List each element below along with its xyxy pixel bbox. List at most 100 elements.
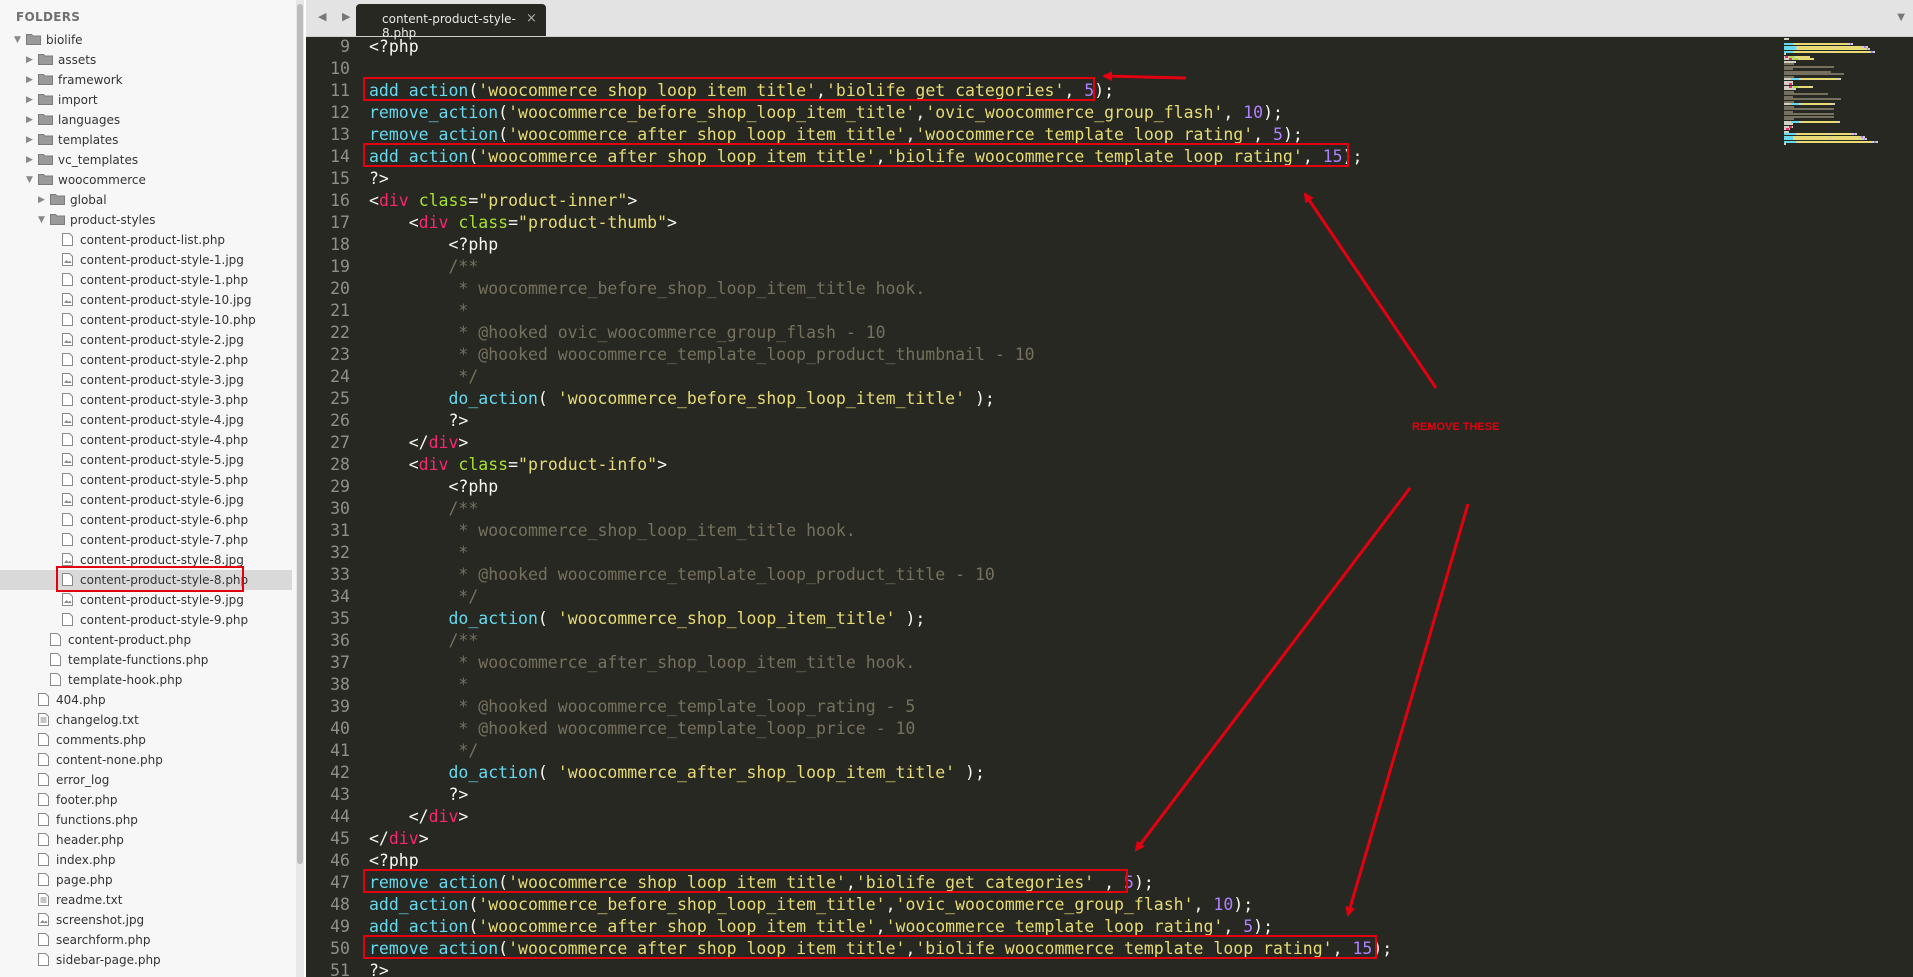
tree-item-label: content-product-style-6.jpg: [80, 493, 244, 507]
chevron-right-icon[interactable]: ▶: [26, 50, 36, 70]
file-item[interactable]: index.php: [0, 850, 292, 870]
code-text: </div>: [369, 806, 469, 828]
file-icon: [38, 933, 49, 946]
code-token: "product-thumb": [518, 213, 668, 232]
code-area[interactable]: 9 <?php 10 11 add_action('woocommerce_shop_l…: [306, 36, 1776, 977]
file-item[interactable]: content-product-style-2.php: [0, 350, 292, 370]
file-item[interactable]: content-product-style-9.jpg: [0, 590, 292, 610]
code-token: * woocommerce_after_shop_loop_item_title…: [369, 653, 916, 672]
file-item[interactable]: sidebar-page.php: [0, 950, 292, 970]
file-item[interactable]: template-hook.php: [0, 670, 292, 690]
code-text: *: [369, 300, 468, 322]
line-number: 42: [330, 763, 350, 782]
file-item[interactable]: content-product-style-6.php: [0, 510, 292, 530]
folder-item[interactable]: ▶ templates: [0, 130, 292, 150]
file-item[interactable]: readme.txt: [0, 890, 292, 910]
file-item[interactable]: content-product-style-3.jpg: [0, 370, 292, 390]
folder-item[interactable]: ▶ framework: [0, 70, 292, 90]
chevron-down-icon[interactable]: ▼: [26, 170, 36, 190]
chevron-right-icon[interactable]: ▶: [26, 110, 36, 130]
folder-item[interactable]: ▶ vc_templates: [0, 150, 292, 170]
folder-item[interactable]: ▶ languages: [0, 110, 292, 130]
minimap-mark: [1799, 58, 1813, 60]
file-item[interactable]: changelog.txt: [0, 710, 292, 730]
file-item[interactable]: content-product-style-4.jpg: [0, 410, 292, 430]
line-number: 23: [330, 345, 350, 364]
chevron-right-icon[interactable]: ▶: [26, 90, 36, 110]
file-item[interactable]: content-product-style-10.php: [0, 310, 292, 330]
file-item[interactable]: content-product-list.php: [0, 230, 292, 250]
code-text: add_action('woocommerce_before_shop_loop…: [369, 894, 1253, 916]
file-item[interactable]: content-none.php: [0, 750, 292, 770]
tree-item-label: framework: [58, 73, 123, 87]
file-item[interactable]: content-product.php: [0, 630, 292, 650]
tab-menu-chevron-down-icon[interactable]: ▼: [1897, 12, 1905, 23]
folder-item[interactable]: ▼ biolife: [0, 30, 292, 50]
tree-item-label: import: [58, 93, 98, 107]
file-item[interactable]: content-product-style-4.php: [0, 430, 292, 450]
file-item[interactable]: content-product-style-10.jpg: [0, 290, 292, 310]
close-icon[interactable]: ×: [526, 11, 537, 26]
code-token: <?php: [369, 235, 499, 254]
chevron-down-icon[interactable]: ▼: [14, 30, 24, 50]
image-file-icon: [62, 593, 73, 606]
file-item[interactable]: content-product-style-3.php: [0, 390, 292, 410]
file-item[interactable]: content-product-style-2.jpg: [0, 330, 292, 350]
line-number: 25: [330, 389, 350, 408]
tree-item-label: content-product-style-2.jpg: [80, 333, 244, 347]
code-token: );: [1094, 81, 1115, 100]
chevron-right-icon[interactable]: ▶: [26, 130, 36, 150]
file-item[interactable]: searchform.php: [0, 930, 292, 950]
file-item[interactable]: content-product-style-1.php: [0, 270, 292, 290]
file-icon: [38, 853, 49, 866]
minimap-mark: [1801, 120, 1837, 123]
code-token: div: [378, 191, 409, 210]
sidebar-scrollbar-thumb[interactable]: [297, 4, 303, 864]
folder-item[interactable]: ▶ import: [0, 90, 292, 110]
file-item[interactable]: content-product-style-5.php: [0, 470, 292, 490]
file-item[interactable]: comments.php: [0, 730, 292, 750]
folder-item[interactable]: ▶ assets: [0, 50, 292, 70]
chevron-right-icon[interactable]: ▶: [26, 150, 36, 170]
code-token: >: [627, 191, 638, 210]
folder-item[interactable]: ▼ product-styles: [0, 210, 292, 230]
file-item[interactable]: content-product-style-6.jpg: [0, 490, 292, 510]
image-file-icon: [62, 373, 73, 386]
folder-item[interactable]: ▶ global: [0, 190, 292, 210]
chevron-right-icon[interactable]: ▶: [38, 190, 48, 210]
line-number: 38: [330, 675, 350, 694]
tab-nav-arrows-icon[interactable]: ◀ ▶: [318, 10, 356, 23]
file-item[interactable]: functions.php: [0, 810, 292, 830]
minimap[interactable]: [1776, 36, 1906, 156]
folder-icon: [50, 194, 65, 205]
code-token: 5: [1273, 125, 1283, 144]
chevron-right-icon[interactable]: ▶: [26, 70, 36, 90]
tree-item-label: content-product-style-9.jpg: [80, 593, 244, 607]
tab-content-product-style-8[interactable]: content-product-style-8.php ×: [356, 4, 546, 40]
folder-icon: [38, 154, 53, 165]
file-icon: [62, 433, 73, 446]
file-item[interactable]: template-functions.php: [0, 650, 292, 670]
tree-item-label: content-product-style-3.jpg: [80, 373, 244, 387]
file-item[interactable]: page.php: [0, 870, 292, 890]
tree-item-label: content-product-style-9.php: [80, 613, 249, 627]
file-item[interactable]: content-product-style-7.php: [0, 530, 292, 550]
line-number: 35: [330, 609, 350, 628]
file-item[interactable]: footer.php: [0, 790, 292, 810]
file-item[interactable]: header.php: [0, 830, 292, 850]
file-item[interactable]: content-product-style-9.php: [0, 610, 292, 630]
code-text: remove_action('woocommerce_before_shop_l…: [369, 102, 1283, 124]
file-icon: [38, 773, 49, 786]
chevron-down-icon[interactable]: ▼: [38, 210, 48, 230]
file-icon: [38, 693, 49, 706]
file-item[interactable]: content-product-style-5.jpg: [0, 450, 292, 470]
file-item[interactable]: content-product-style-1.jpg: [0, 250, 292, 270]
file-item[interactable]: 404.php: [0, 690, 292, 710]
file-item[interactable]: error_log: [0, 770, 292, 790]
file-item[interactable]: screenshot.jpg: [0, 910, 292, 930]
tree-item-label: content-product-style-6.php: [80, 513, 249, 527]
code-token: div: [418, 455, 449, 474]
code-token: add_action: [369, 895, 469, 914]
folder-item[interactable]: ▼ woocommerce: [0, 170, 292, 190]
